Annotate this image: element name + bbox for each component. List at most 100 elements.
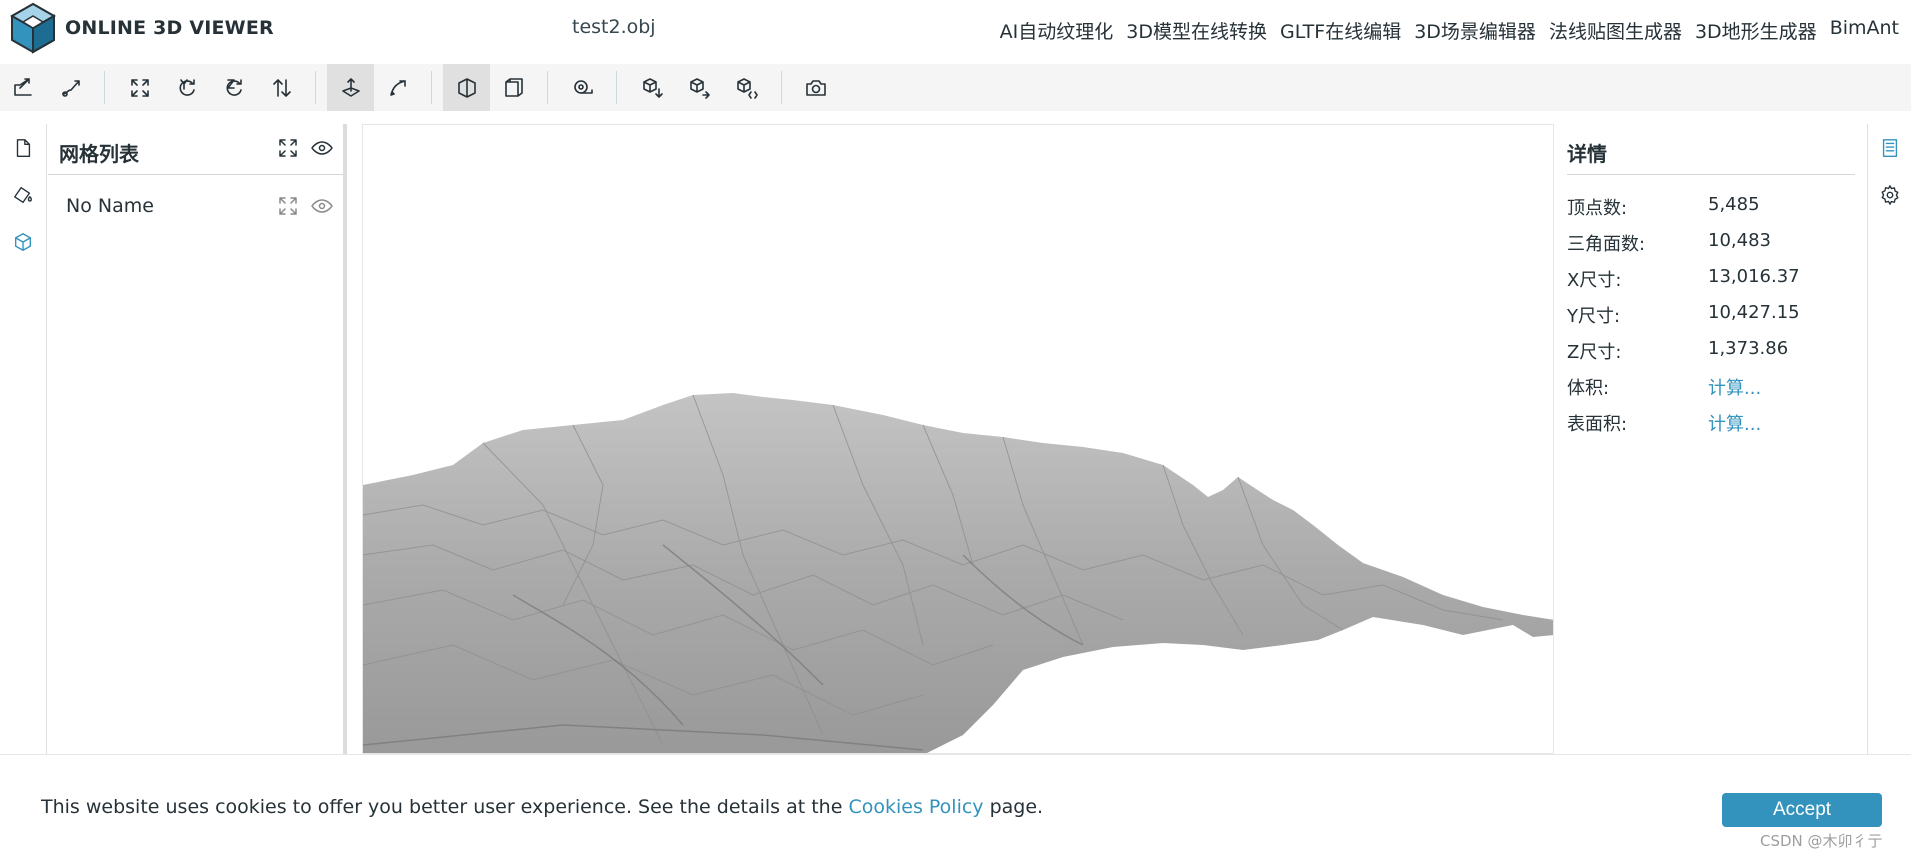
expand-icon	[279, 197, 297, 215]
divider	[48, 174, 343, 175]
mesh-list-item[interactable]: No Name	[48, 188, 343, 224]
nav-link-scene-editor[interactable]: 3D场景编辑器	[1414, 17, 1536, 44]
measure-icon	[573, 79, 593, 94]
set-up-y-icon	[179, 78, 195, 96]
property-row: 体积: 计算...	[1567, 374, 1857, 404]
measure-button[interactable]	[559, 64, 606, 111]
flip-up-button[interactable]	[258, 64, 305, 111]
fit-all-meshes-button[interactable]	[276, 136, 300, 160]
settings-panel-button[interactable]	[1876, 181, 1904, 209]
set-up-y-button[interactable]	[163, 64, 210, 111]
3d-viewport[interactable]	[362, 124, 1554, 754]
details-panel-button[interactable]	[1876, 134, 1904, 162]
eye-icon	[311, 141, 333, 155]
property-name: 顶点数:	[1567, 198, 1628, 219]
mesh-list-panel: 网格列表 No Name	[48, 124, 347, 754]
property-name: 体积:	[1567, 378, 1610, 399]
toolbar-separator	[616, 71, 617, 104]
share-icon	[736, 77, 758, 99]
toolbar-separator	[781, 71, 782, 104]
flip-up-icon	[272, 78, 291, 97]
calculate-surface-link[interactable]: 计算...	[1708, 410, 1761, 436]
materials-panel-button[interactable]	[9, 181, 37, 209]
fit-mesh-button[interactable]	[276, 194, 300, 218]
property-name: 表面积:	[1567, 414, 1628, 435]
toolbar-separator	[104, 71, 105, 104]
eye-icon	[311, 199, 333, 213]
logo-text[interactable]: ONLINE 3D VIEWER	[65, 17, 274, 39]
left-sidebar-rail	[0, 124, 47, 754]
fixed-up-vector-icon	[341, 77, 360, 97]
toolbar	[0, 64, 1911, 111]
open-file-icon	[13, 77, 32, 96]
orthographic-camera-icon	[504, 77, 523, 97]
orthographic-camera-button[interactable]	[490, 64, 537, 111]
nav-link-model-convert[interactable]: 3D模型在线转换	[1126, 17, 1267, 44]
property-row: Y尺寸: 10,427.15	[1567, 302, 1857, 332]
nav-link-terrain-generator[interactable]: 3D地形生成器	[1695, 17, 1817, 44]
property-name: Z尺寸:	[1567, 342, 1622, 363]
right-sidebar-rail	[1869, 124, 1911, 754]
nav-link-normal-map[interactable]: 法线贴图生成器	[1549, 17, 1682, 44]
cookie-text-after: page.	[983, 796, 1044, 818]
share-button[interactable]	[722, 64, 769, 111]
logo-icon[interactable]	[10, 2, 56, 54]
toolbar-separator	[315, 71, 316, 104]
open-url-icon	[61, 79, 80, 97]
file-title: test2.obj	[572, 16, 656, 38]
property-value: 10,427.15	[1708, 302, 1800, 323]
app-header: ONLINE 3D VIEWER test2.obj AI自动纹理化 3D模型在…	[0, 0, 1911, 58]
materials-icon	[14, 186, 32, 204]
property-value: 10,483	[1708, 230, 1771, 251]
open-file-button[interactable]	[0, 64, 47, 111]
terrain-model	[363, 393, 1553, 753]
mesh-list-title: 网格列表	[59, 142, 139, 166]
property-name: Y尺寸:	[1567, 306, 1621, 327]
fit-to-window-button[interactable]	[116, 64, 163, 111]
meshes-panel-button[interactable]	[9, 228, 37, 256]
top-nav: AI自动纹理化 3D模型在线转换 GLTF在线编辑 3D场景编辑器 法线贴图生成…	[1000, 17, 1899, 44]
toggle-all-visibility-button[interactable]	[310, 136, 334, 160]
export-button[interactable]	[675, 64, 722, 111]
perspective-camera-button[interactable]	[443, 64, 490, 111]
divider	[1567, 174, 1855, 175]
property-value: 13,016.37	[1708, 266, 1800, 287]
file-icon	[16, 139, 31, 157]
property-value: 5,485	[1708, 194, 1760, 215]
watermark: CSDN @木卯彳亍	[1760, 832, 1883, 850]
nav-link-bimant[interactable]: BimAnt	[1830, 17, 1899, 44]
toggle-mesh-visibility-button[interactable]	[310, 194, 334, 218]
set-up-z-icon	[226, 78, 242, 96]
cookie-message: This website uses cookies to offer you b…	[41, 796, 1043, 818]
details-icon	[1882, 139, 1898, 157]
details-title: 详情	[1567, 142, 1607, 166]
expand-icon	[279, 139, 297, 157]
property-row: 表面积: 计算...	[1567, 410, 1857, 440]
mesh-name: No Name	[66, 195, 154, 217]
fixed-up-vector-button[interactable]	[327, 64, 374, 111]
details-panel: 详情 顶点数: 5,485 三角面数: 10,483 X尺寸: 13,016.3…	[1555, 124, 1868, 754]
toolbar-separator	[547, 71, 548, 104]
cookies-policy-link[interactable]: Cookies Policy	[848, 796, 983, 818]
property-value: 1,373.86	[1708, 338, 1789, 359]
property-name: 三角面数:	[1567, 234, 1646, 255]
export-icon	[689, 77, 710, 99]
property-row: X尺寸: 13,016.37	[1567, 266, 1857, 296]
snapshot-button[interactable]	[792, 64, 839, 111]
open-url-button[interactable]	[47, 64, 94, 111]
property-name: X尺寸:	[1567, 270, 1622, 291]
set-up-z-button[interactable]	[210, 64, 257, 111]
nav-link-gltf-edit[interactable]: GLTF在线编辑	[1280, 17, 1401, 44]
download-button[interactable]	[628, 64, 675, 111]
download-icon	[642, 77, 663, 98]
calculate-volume-link[interactable]: 计算...	[1708, 374, 1761, 400]
nav-link-ai-texture[interactable]: AI自动纹理化	[1000, 17, 1114, 44]
property-row: 顶点数: 5,485	[1567, 194, 1857, 224]
perspective-camera-icon	[457, 77, 476, 98]
toolbar-separator	[431, 71, 432, 104]
accept-cookies-button[interactable]: Accept	[1722, 793, 1882, 827]
free-orbit-button[interactable]	[374, 64, 421, 111]
gear-icon	[1881, 185, 1899, 205]
property-row: 三角面数: 10,483	[1567, 230, 1857, 260]
files-panel-button[interactable]	[9, 134, 37, 162]
